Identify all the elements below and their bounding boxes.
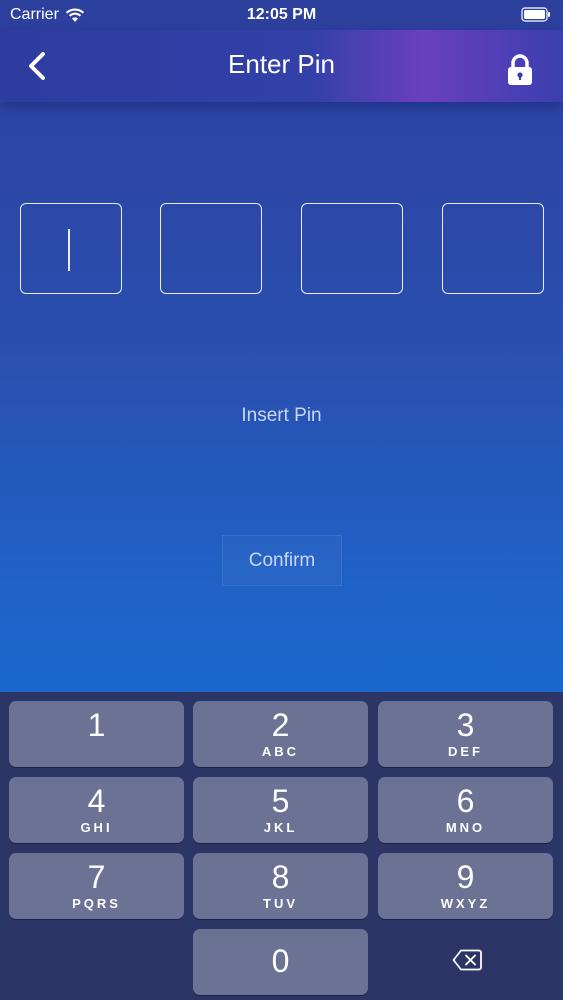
key-letters: PQRS (72, 896, 121, 911)
lock-icon[interactable] (507, 54, 533, 86)
key-3[interactable]: 3 DEF (378, 701, 553, 767)
delete-key[interactable] (378, 929, 554, 995)
key-letters: DEF (448, 744, 483, 759)
pin-digit-box-2[interactable] (160, 203, 262, 294)
key-digit: 8 (271, 859, 290, 895)
confirm-button[interactable]: Confirm (222, 535, 342, 586)
nav-bar: Enter Pin (0, 30, 563, 102)
backspace-icon (452, 949, 482, 971)
pin-digit-box-4[interactable] (442, 203, 544, 294)
key-digit: 9 (456, 859, 475, 895)
key-5[interactable]: 5 JKL (193, 777, 368, 843)
pin-digit-box-1[interactable] (20, 203, 122, 294)
page-title: Enter Pin (228, 49, 335, 79)
key-digit: 2 (271, 707, 290, 743)
insert-pin-hint: Insert Pin (241, 405, 322, 426)
key-letters: JKL (263, 820, 298, 835)
key-digit: 4 (87, 783, 106, 819)
key-9[interactable]: 9 WXYZ (378, 853, 553, 919)
key-0[interactable]: 0 (193, 929, 368, 995)
key-8[interactable]: 8 TUV (193, 853, 368, 919)
key-digit: 1 (87, 707, 106, 743)
key-letters: MNO (445, 820, 486, 835)
key-2[interactable]: 2 ABC (193, 701, 368, 767)
text-cursor (68, 229, 70, 271)
key-digit: 6 (456, 783, 475, 819)
key-letters: GHI (80, 820, 113, 835)
key-digit: 7 (87, 859, 106, 895)
key-letters: ABC (261, 744, 300, 759)
key-7[interactable]: 7 PQRS (9, 853, 184, 919)
key-4[interactable]: 4 GHI (9, 777, 184, 843)
key-6[interactable]: 6 MNO (378, 777, 553, 843)
clock: 12:05 PM (246, 6, 317, 23)
key-digit: 0 (271, 943, 290, 979)
key-digit: 5 (271, 783, 290, 819)
status-bar: Carrier 12:05 PM (0, 0, 563, 30)
key-1[interactable]: 1 (9, 701, 184, 767)
pin-input-group (0, 203, 563, 295)
battery-icon (521, 7, 550, 22)
pin-digit-box-3[interactable] (301, 203, 403, 294)
key-digit: 3 (456, 707, 475, 743)
key-letters: TUV (263, 896, 298, 911)
key-letters: WXYZ (440, 896, 491, 911)
